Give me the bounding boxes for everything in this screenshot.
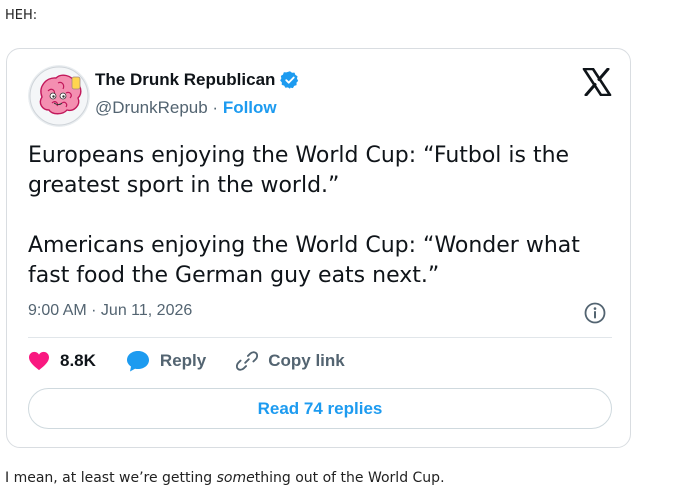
author-handle[interactable]: @DrunkRepub bbox=[95, 98, 208, 117]
info-icon[interactable] bbox=[584, 302, 606, 324]
tweet-body: Europeans enjoying the World Cup: “Futbo… bbox=[28, 143, 580, 288]
reply-button[interactable]: Reply bbox=[126, 350, 206, 372]
tweet-actions: 8.8K Reply Copy link bbox=[28, 350, 345, 372]
outro-text-end: thing out of the World Cup. bbox=[254, 470, 445, 486]
reply-label: Reply bbox=[159, 351, 207, 370]
copy-link-label: Copy link bbox=[268, 351, 345, 370]
speech-bubble-icon bbox=[126, 351, 149, 372]
x-logo-icon[interactable] bbox=[582, 67, 612, 97]
handle-separator: · bbox=[207, 98, 223, 117]
tweet-timestamp[interactable]: 9:00 AM · Jun 11, 2026 bbox=[28, 302, 192, 320]
post-outro-text: I mean, at least we’re getting something… bbox=[5, 470, 445, 486]
read-replies-button[interactable]: Read 74 replies bbox=[28, 388, 612, 429]
embedded-tweet-card: The Drunk Republican @DrunkRepub · Follo… bbox=[6, 48, 631, 448]
avatar[interactable] bbox=[28, 65, 90, 127]
verified-badge-icon bbox=[280, 70, 300, 90]
outro-text-start: I mean, at least we’re getting bbox=[5, 470, 217, 486]
copy-link-button[interactable]: Copy link bbox=[236, 350, 345, 372]
like-button[interactable]: 8.8K bbox=[28, 351, 96, 371]
link-icon bbox=[236, 351, 259, 371]
heart-icon bbox=[29, 351, 49, 371]
post-intro-text: HEH: bbox=[5, 8, 38, 23]
divider bbox=[28, 337, 612, 338]
author-display-name[interactable]: The Drunk Republican bbox=[95, 70, 275, 90]
like-count: 8.8K bbox=[60, 351, 96, 370]
follow-button[interactable]: Follow bbox=[223, 98, 277, 117]
pink-brain-avatar-icon bbox=[28, 65, 90, 127]
outro-emphasis: some bbox=[216, 470, 255, 486]
